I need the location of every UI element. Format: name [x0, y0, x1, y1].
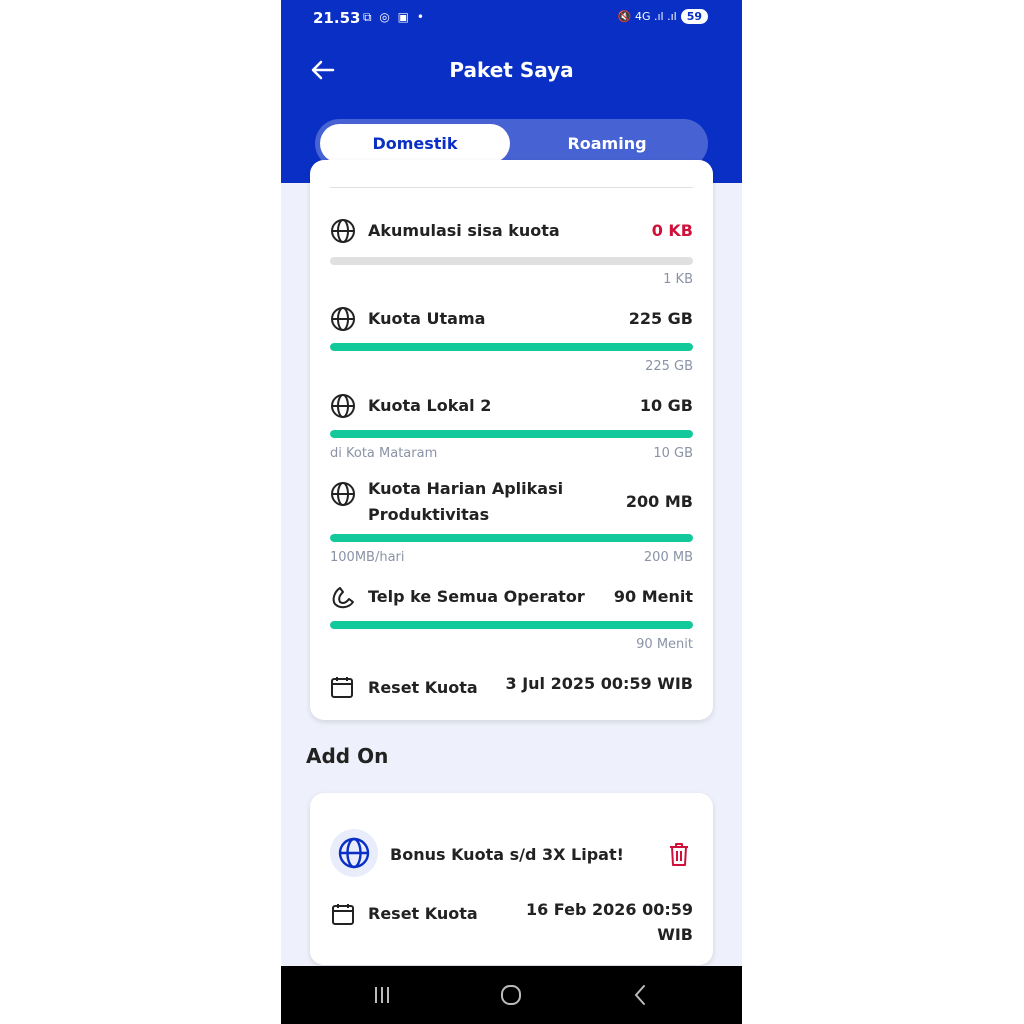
globe-icon	[331, 307, 355, 331]
addon-reset-label: Reset Kuota	[368, 904, 478, 923]
page-title: Paket Saya	[449, 58, 574, 82]
signal-icons: 🔇 4G .ıl .ıl	[617, 10, 677, 23]
addon-reset-value-line1: 16 Feb 2026 00:59	[525, 900, 693, 919]
quota-total: 225 GB	[645, 359, 693, 374]
status-indicators: 🔇 4G .ıl .ıl 59	[618, 9, 708, 24]
quota-value: 225 GB	[628, 309, 693, 328]
home-icon[interactable]	[496, 981, 526, 1009]
status-bar: 21.53 ⧉ ◎ ▣ • 🔇 4G .ıl .ıl 59	[281, 0, 742, 40]
quota-item: Kuota Harian Aplikasi Produktivitas 200 …	[330, 478, 693, 568]
quota-item: Telp ke Semua Operator 90 Menit 90 Menit	[330, 584, 693, 654]
recent-apps-icon[interactable]	[367, 981, 397, 1009]
tab-domestik[interactable]: Domestik	[320, 124, 510, 163]
quota-label: Telp ke Semua Operator	[368, 587, 585, 606]
addon-icon-badge	[330, 829, 378, 877]
notification-icons: ⧉ ◎ ▣ •	[363, 10, 426, 24]
reset-row: Reset Kuota 3 Jul 2025 00:59 WIB	[330, 673, 693, 707]
progress-fill	[330, 343, 693, 351]
progress-fill	[330, 621, 693, 629]
quota-label: Kuota Utama	[368, 309, 486, 328]
quota-card: Akumulasi sisa kuota 0 KB 1 KB Kuota Uta…	[310, 160, 713, 720]
progress-bar	[330, 343, 693, 351]
tab-roaming[interactable]: Roaming	[511, 124, 703, 163]
calendar-icon	[332, 904, 354, 925]
quota-value: 10 GB	[639, 396, 693, 415]
quota-item: Kuota Lokal 2 10 GB di Kota Mataram 10 G…	[330, 393, 693, 463]
reset-label: Reset Kuota	[368, 678, 478, 697]
quota-total: 90 Menit	[636, 637, 693, 652]
back-icon[interactable]	[626, 981, 656, 1009]
quota-value: 200 MB	[625, 492, 693, 511]
quota-value: 0 KB	[651, 221, 693, 240]
calendar-icon	[331, 677, 353, 698]
system-nav-bar	[281, 966, 742, 1024]
quota-item: Akumulasi sisa kuota 0 KB 1 KB	[330, 218, 693, 288]
globe-icon	[338, 837, 370, 869]
progress-bar	[330, 534, 693, 542]
quota-total: 1 KB	[663, 272, 693, 287]
quota-note: 100MB/hari	[330, 550, 405, 565]
app-header: 21.53 ⧉ ◎ ▣ • 🔇 4G .ıl .ıl 59 Paket Saya…	[281, 0, 742, 183]
quota-label-line2: Produktivitas	[368, 505, 490, 524]
progress-bar	[330, 430, 693, 438]
addon-name: Bonus Kuota s/d 3X Lipat!	[390, 845, 624, 864]
quota-total: 10 GB	[653, 446, 693, 461]
battery-indicator: 59	[680, 9, 708, 24]
progress-fill	[330, 430, 693, 438]
globe-icon	[331, 219, 355, 243]
status-time: 21.53	[313, 9, 361, 27]
addon-reset-value-line2: WIB	[657, 925, 693, 944]
addon-card[interactable]: Bonus Kuota s/d 3X Lipat! Reset Kuota 16…	[310, 793, 713, 965]
quota-label-line1: Kuota Harian Aplikasi	[368, 479, 564, 498]
phone-screen: 21.53 ⧉ ◎ ▣ • 🔇 4G .ıl .ıl 59 Paket Saya…	[281, 0, 742, 1024]
divider	[330, 187, 693, 188]
trash-icon[interactable]	[667, 841, 691, 867]
quota-value: 90 Menit	[613, 587, 693, 606]
quota-note: di Kota Mataram	[330, 446, 438, 461]
quota-item: Kuota Utama 225 GB 225 GB	[330, 306, 693, 376]
phone-icon	[332, 587, 354, 609]
reset-value: 3 Jul 2025 00:59 WIB	[505, 674, 694, 693]
progress-bar	[330, 257, 693, 265]
globe-icon	[331, 394, 355, 418]
progress-bar	[330, 621, 693, 629]
progress-fill	[330, 534, 693, 542]
quota-total: 200 MB	[643, 550, 693, 565]
globe-icon	[331, 482, 355, 506]
quota-label: Kuota Lokal 2	[368, 396, 492, 415]
quota-label: Akumulasi sisa kuota	[368, 221, 560, 240]
addon-section-title: Add On	[306, 744, 389, 768]
